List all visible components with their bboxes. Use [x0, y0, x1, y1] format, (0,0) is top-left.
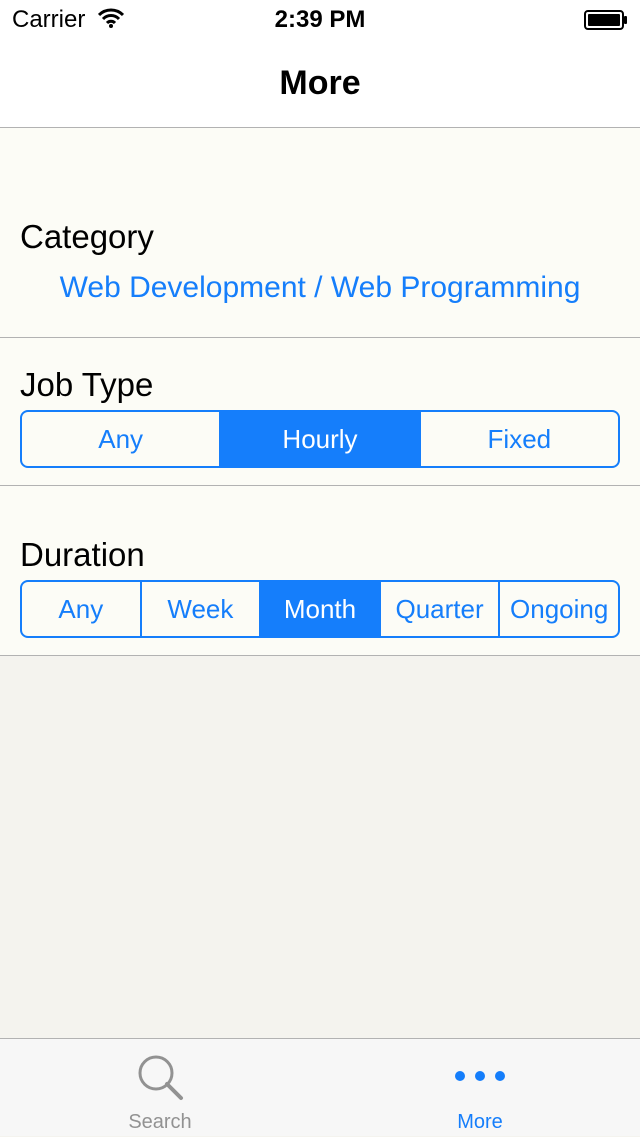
clock: 2:39 PM	[274, 6, 366, 33]
job-type-hourly-segment[interactable]: Hourly	[221, 412, 421, 466]
job-type-any-segment[interactable]: Any	[22, 412, 222, 466]
category-value-link[interactable]: Web Development / Web Programming	[0, 271, 640, 305]
duration-ongoing-segment[interactable]: Ongoing	[500, 582, 618, 636]
tab-bar: Search More	[0, 1038, 640, 1136]
divider	[0, 655, 640, 656]
tab-more[interactable]: More	[320, 1039, 640, 1137]
duration-any-segment[interactable]: Any	[22, 582, 142, 636]
duration-month-segment[interactable]: Month	[261, 582, 381, 636]
job-type-segmented-control[interactable]: Any Hourly Fixed	[20, 410, 620, 468]
status-bar: Carrier 2:39 PM	[0, 0, 640, 40]
battery-icon	[584, 10, 627, 30]
filter-form: Category Web Development / Web Programmi…	[0, 128, 640, 656]
page-title: More	[279, 64, 361, 102]
job-type-fixed-segment[interactable]: Fixed	[421, 412, 618, 466]
duration-segmented-control[interactable]: Any Week Month Quarter Ongoing	[20, 580, 620, 638]
job-type-label: Job Type	[20, 366, 154, 403]
duration-week-segment[interactable]: Week	[142, 582, 262, 636]
divider	[0, 337, 640, 338]
duration-quarter-segment[interactable]: Quarter	[381, 582, 501, 636]
search-icon	[138, 1055, 183, 1100]
tab-search-label: Search	[128, 1111, 192, 1133]
category-label: Category	[20, 218, 154, 255]
divider	[0, 485, 640, 486]
more-icon	[455, 1071, 505, 1081]
navigation-bar: More	[0, 40, 640, 128]
duration-label: Duration	[20, 536, 145, 573]
tab-search[interactable]: Search	[0, 1039, 320, 1137]
tab-more-label: More	[457, 1111, 503, 1133]
